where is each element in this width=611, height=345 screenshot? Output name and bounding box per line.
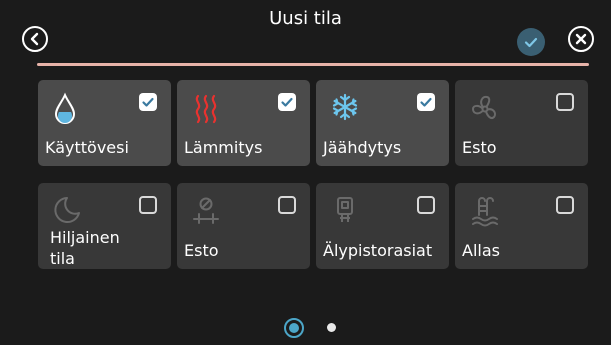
checkbox-checked[interactable] bbox=[278, 93, 296, 111]
checkbox-unchecked[interactable] bbox=[417, 196, 435, 214]
page-indicator-active[interactable] bbox=[284, 318, 304, 338]
water-drop-icon bbox=[52, 92, 78, 130]
close-icon bbox=[575, 33, 587, 45]
check-icon bbox=[142, 97, 154, 107]
checkbox-checked[interactable] bbox=[139, 93, 157, 111]
check-icon bbox=[281, 97, 293, 107]
checkbox-unchecked[interactable] bbox=[278, 196, 296, 214]
page-indicator[interactable] bbox=[327, 323, 336, 332]
back-button[interactable] bbox=[22, 26, 48, 52]
tile-allas[interactable]: Allas bbox=[455, 183, 588, 269]
tile-label: Hiljainen tila bbox=[50, 228, 120, 268]
tile-esto-fan[interactable]: Esto bbox=[455, 80, 588, 166]
tile-lammitys[interactable]: Lämmitys bbox=[177, 80, 310, 166]
pagination bbox=[0, 316, 611, 340]
page-title: Uusi tila bbox=[269, 8, 342, 29]
block-icon bbox=[191, 195, 221, 231]
tile-label: Älypistorasiat bbox=[323, 241, 433, 260]
pool-icon bbox=[469, 195, 499, 231]
tile-label: Jäähdytys bbox=[323, 138, 402, 157]
checkbox-checked[interactable] bbox=[417, 93, 435, 111]
checkbox-unchecked[interactable] bbox=[556, 196, 574, 214]
tile-label: Käyttövesi bbox=[45, 138, 129, 157]
tile-label: Allas bbox=[462, 241, 500, 260]
header-divider bbox=[37, 63, 589, 66]
check-icon bbox=[420, 97, 432, 107]
checkbox-unchecked[interactable] bbox=[556, 93, 574, 111]
tile-alypistorasiat[interactable]: Älypistorasiat bbox=[316, 183, 449, 269]
fan-icon bbox=[469, 92, 501, 128]
tile-jaahdytys[interactable]: Jäähdytys bbox=[316, 80, 449, 166]
heating-icon bbox=[191, 92, 221, 130]
tile-label: Lämmitys bbox=[184, 138, 263, 157]
tile-esto-block[interactable]: Esto bbox=[177, 183, 310, 269]
snowflake-icon bbox=[330, 92, 360, 126]
check-icon bbox=[524, 37, 538, 48]
chevron-left-icon bbox=[30, 32, 39, 46]
smart-plug-icon bbox=[330, 195, 360, 231]
close-button[interactable] bbox=[568, 26, 594, 52]
checkbox-unchecked[interactable] bbox=[139, 196, 157, 214]
confirm-button[interactable] bbox=[517, 28, 545, 56]
tile-label: Esto bbox=[462, 138, 497, 157]
tile-kayttovesi[interactable]: Käyttövesi bbox=[38, 80, 171, 166]
moon-icon bbox=[52, 195, 82, 229]
mode-screen: Uusi tila Käyttövesi Lämmitys Jäähdytys … bbox=[0, 0, 611, 345]
tile-hiljainen-tila[interactable]: Hiljainen tila bbox=[38, 183, 171, 269]
tile-label: Esto bbox=[184, 241, 219, 260]
